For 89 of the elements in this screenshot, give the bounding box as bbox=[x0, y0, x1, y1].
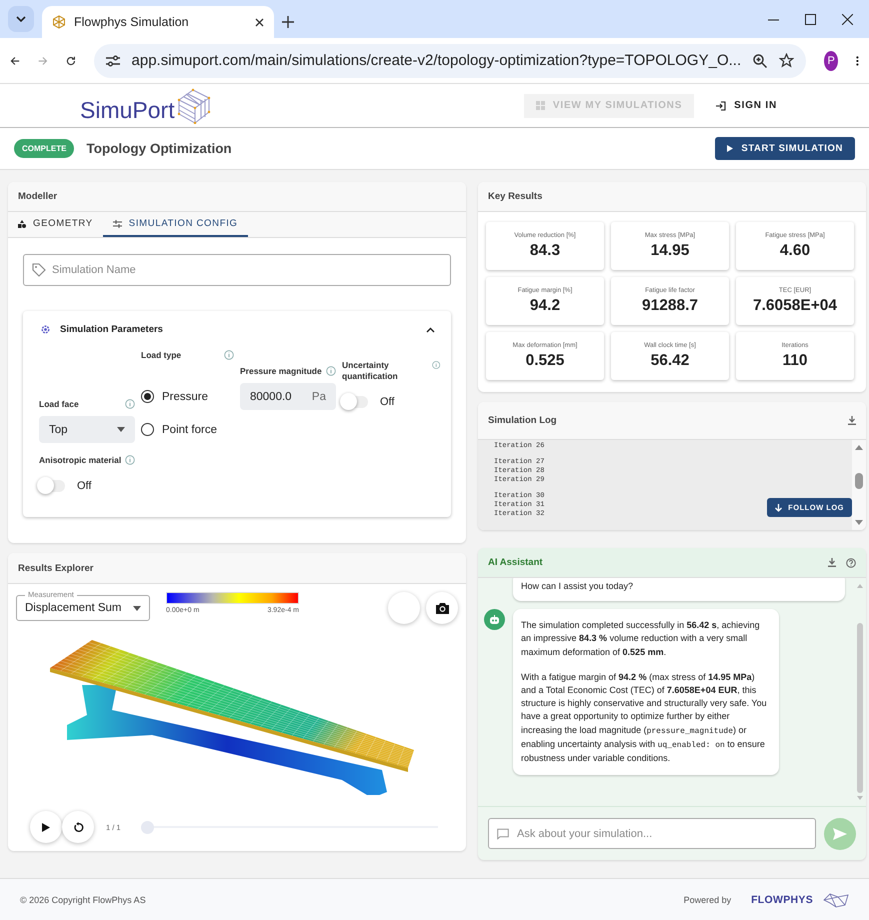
sliders-icon bbox=[112, 220, 122, 228]
chevron-down-icon bbox=[16, 16, 26, 22]
field-label: Anisotropic material bbox=[39, 455, 122, 466]
pressure-field[interactable]: 80000.0 Pa bbox=[240, 383, 336, 410]
info-icon bbox=[326, 366, 336, 376]
panel-title: Simulation Log bbox=[488, 415, 558, 426]
tab-list-button[interactable] bbox=[8, 6, 34, 32]
star-icon[interactable] bbox=[779, 53, 794, 68]
comment-icon bbox=[497, 828, 509, 839]
start-simulation-button[interactable]: START SIMULATION bbox=[715, 137, 855, 160]
copyright-text: © 2026 Copyright FlowPhys AS bbox=[20, 894, 146, 904]
message-text: The simulation completed successfully in 56.42 s, achieving an impressive 84.3 % volume reduction with a very small maximum deformation of 0.525 mm. bbox=[521, 619, 761, 659]
status-badge: COMPLETE bbox=[14, 139, 74, 158]
slider-thumb[interactable] bbox=[140, 820, 154, 834]
play-icon bbox=[42, 822, 50, 832]
field-label: Pressure magnitude bbox=[240, 366, 322, 377]
caret-down-icon bbox=[117, 427, 125, 432]
timeline-slider[interactable] bbox=[140, 820, 438, 834]
scrollbar[interactable] bbox=[852, 440, 866, 530]
close-icon[interactable] bbox=[842, 14, 853, 24]
result-value: 14.95 bbox=[650, 242, 690, 260]
play-icon bbox=[727, 145, 734, 152]
radio-option[interactable]: Point force bbox=[141, 416, 234, 443]
address-bar[interactable]: app.simuport.com/main/simulations/create-v2/topology-optimization?type=TOPOLOGY_O... bbox=[94, 44, 806, 78]
toggle-switch[interactable] bbox=[39, 480, 65, 492]
toggle-state-label: Off bbox=[380, 396, 394, 408]
play-button[interactable] bbox=[30, 811, 62, 843]
download-icon[interactable] bbox=[828, 558, 836, 567]
radio-button[interactable] bbox=[141, 423, 154, 436]
caret-down-icon bbox=[133, 606, 141, 610]
camera-button[interactable] bbox=[426, 592, 458, 624]
gear-icon bbox=[39, 323, 52, 336]
result-value: 0.525 bbox=[526, 352, 564, 370]
help-icon[interactable] bbox=[846, 558, 856, 568]
chevron-up-icon[interactable] bbox=[426, 326, 435, 332]
radio-option[interactable]: Pressure bbox=[141, 383, 234, 410]
page-title: Topology Optimization bbox=[86, 141, 232, 156]
result-value: 110 bbox=[782, 352, 808, 370]
panel-title: Key Results bbox=[488, 191, 542, 202]
nav-button[interactable]: SIGN IN bbox=[704, 94, 789, 118]
powered-by-text: Powered by bbox=[684, 894, 732, 904]
field-label: Load type bbox=[141, 350, 182, 361]
section-title: Simulation Parameters bbox=[60, 324, 164, 335]
shapes-icon bbox=[18, 220, 26, 228]
result-value: 84.3 bbox=[530, 242, 560, 260]
network-logo-icon bbox=[823, 892, 849, 908]
result-value: 56.42 bbox=[650, 352, 690, 370]
tab[interactable]: SIMULATION CONFIG bbox=[102, 212, 248, 237]
result-value: 94.2 bbox=[530, 297, 560, 315]
new-tab-icon[interactable] bbox=[282, 16, 294, 28]
panel-title: Results Explorer bbox=[18, 562, 94, 574]
message-text: How can I assist you today? bbox=[521, 580, 634, 593]
login-icon bbox=[716, 100, 726, 110]
site-settings-icon bbox=[106, 54, 120, 66]
result-value: 4.60 bbox=[780, 242, 810, 260]
load-face-select[interactable]: Top bbox=[39, 416, 135, 443]
info-icon bbox=[432, 360, 440, 370]
flowphys-logo: FLOWPHYS bbox=[751, 894, 813, 906]
grid-icon bbox=[536, 101, 545, 110]
panel-title: AI Assistant bbox=[488, 557, 544, 568]
arrow-down-icon bbox=[775, 504, 782, 512]
result-value: 7.6058E+04 bbox=[752, 297, 838, 315]
browser-tab[interactable]: Flowphys Simulation bbox=[42, 6, 274, 38]
tab[interactable]: GEOMETRY bbox=[8, 212, 103, 237]
info-icon bbox=[125, 399, 135, 409]
cube-icon bbox=[52, 15, 66, 29]
close-icon[interactable] bbox=[255, 18, 264, 26]
simuport-logo: SimuPort bbox=[80, 88, 213, 124]
info-icon bbox=[125, 455, 135, 465]
tag-icon bbox=[32, 263, 46, 277]
zoom-icon[interactable] bbox=[753, 54, 768, 68]
field-label: Load face bbox=[39, 399, 79, 410]
more-menu-icon[interactable] bbox=[856, 54, 859, 68]
toggle-switch[interactable] bbox=[342, 396, 368, 408]
panel-title: Modeller bbox=[18, 191, 58, 202]
radio-button[interactable] bbox=[141, 390, 154, 403]
maximize-icon[interactable] bbox=[805, 14, 816, 24]
info-icon bbox=[224, 350, 234, 360]
send-icon bbox=[833, 828, 847, 840]
chat-input-field[interactable]: Ask about your simulation... bbox=[488, 818, 816, 849]
profile-avatar[interactable]: P bbox=[824, 50, 838, 70]
field-label: Uncertainty quantification bbox=[342, 360, 399, 382]
simulation-name-field[interactable]: Simulation Name bbox=[23, 254, 451, 286]
replay-button[interactable] bbox=[62, 811, 94, 843]
download-icon[interactable] bbox=[848, 416, 856, 425]
toggle-state-label: Off bbox=[77, 480, 92, 492]
camera-icon bbox=[436, 602, 448, 614]
result-value: 91288.7 bbox=[642, 297, 698, 315]
replay-icon bbox=[72, 822, 84, 832]
